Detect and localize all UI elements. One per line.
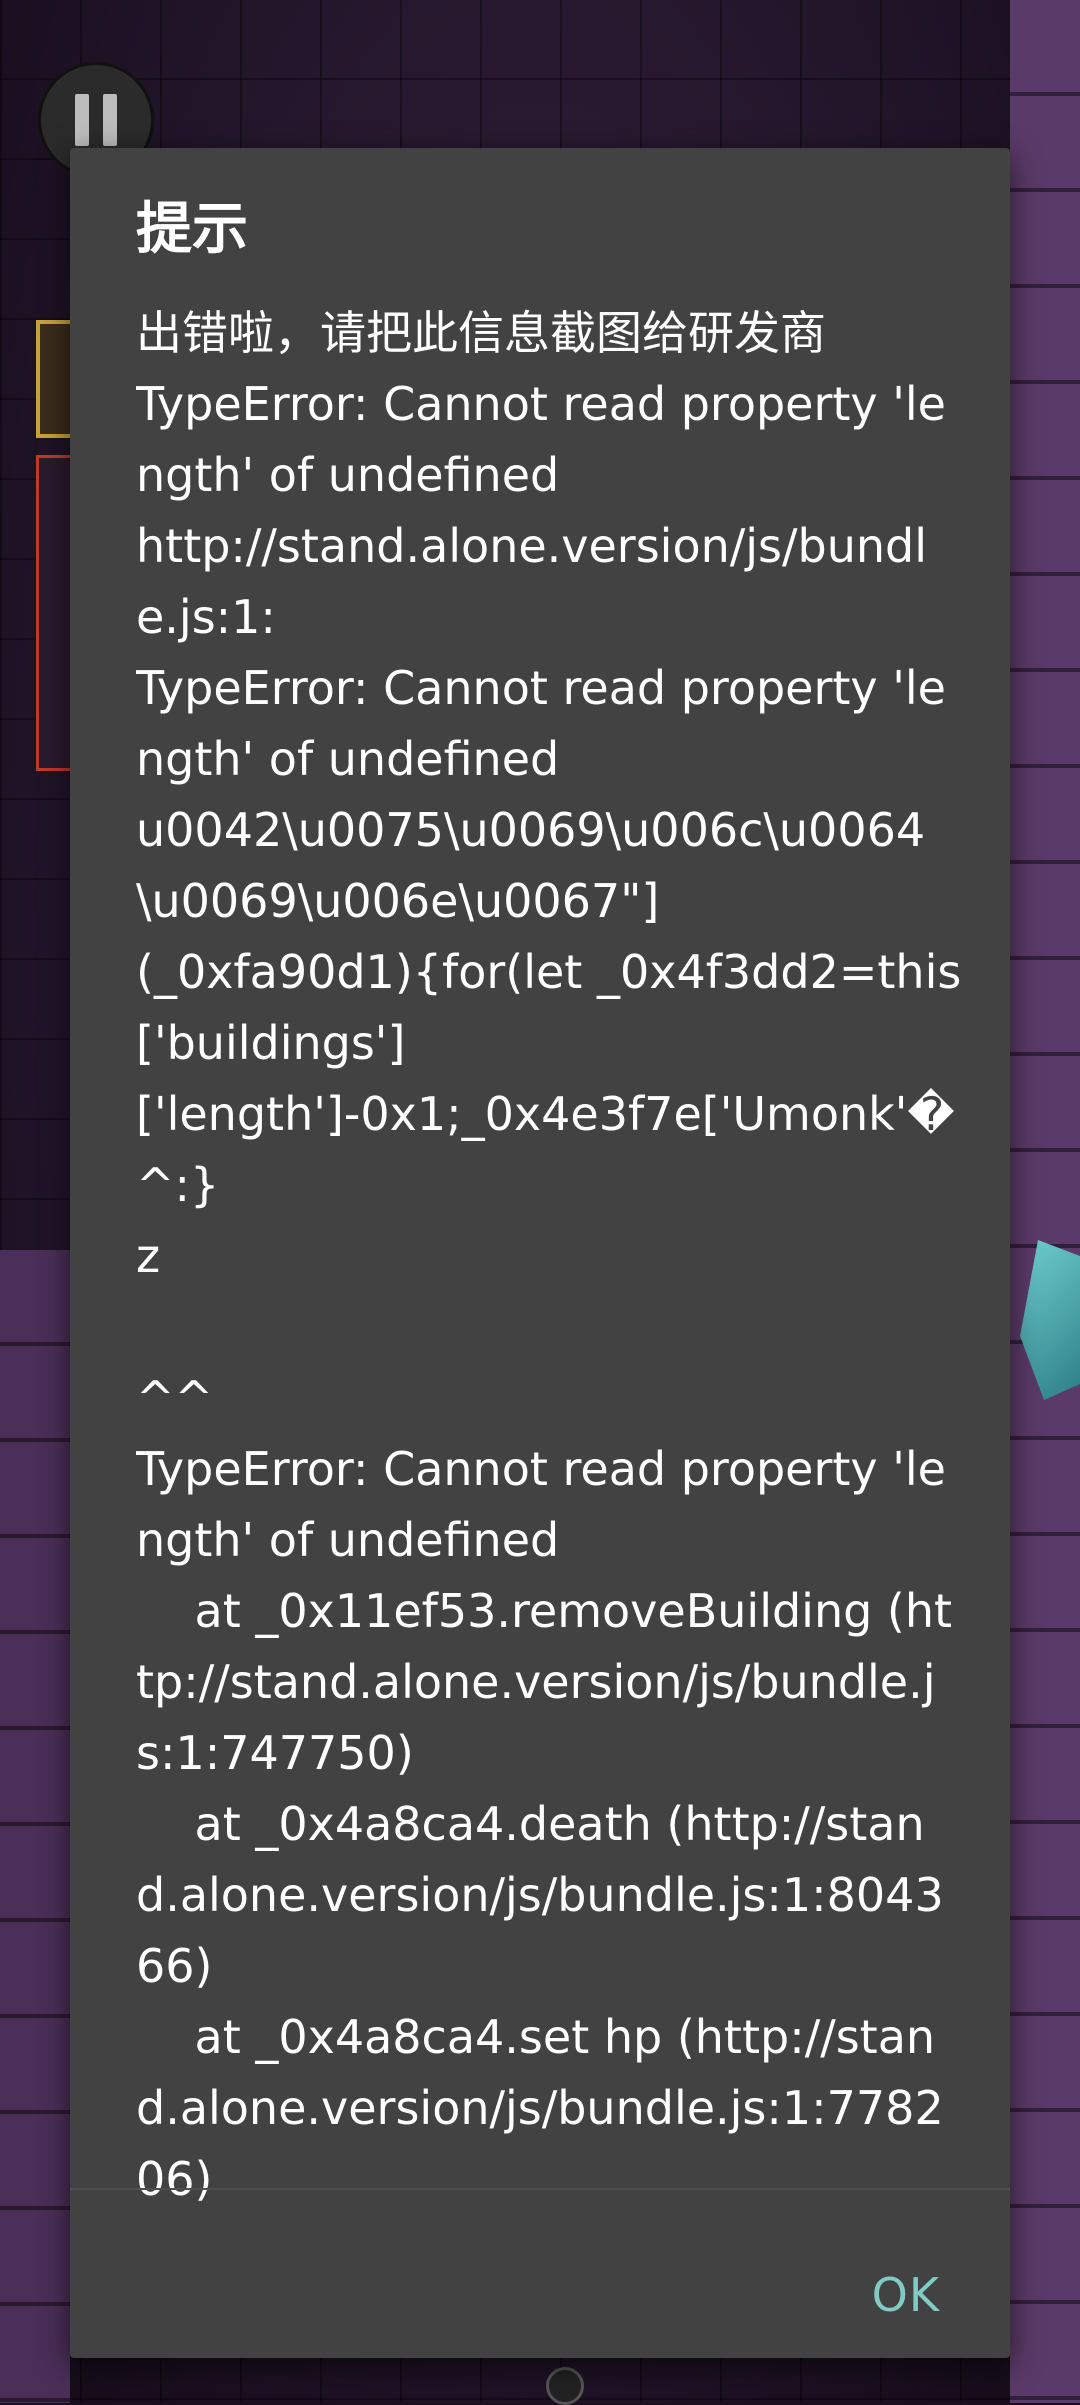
- game-bottom-knob: [546, 2367, 584, 2405]
- dialog-message: 出错啦，请把此信息截图给研发商 TypeError: Cannot read p…: [136, 306, 962, 2206]
- game-wall-right: [1010, 0, 1080, 2403]
- dialog-title: 提示: [136, 197, 248, 262]
- error-dialog: 提示 出错啦，请把此信息截图给研发商 TypeError: Cannot rea…: [70, 148, 1010, 2358]
- game-wall-left: [0, 1250, 70, 2403]
- dialog-divider: [70, 2188, 1010, 2190]
- pause-icon: [68, 94, 124, 146]
- ok-button[interactable]: OK: [852, 2258, 960, 2332]
